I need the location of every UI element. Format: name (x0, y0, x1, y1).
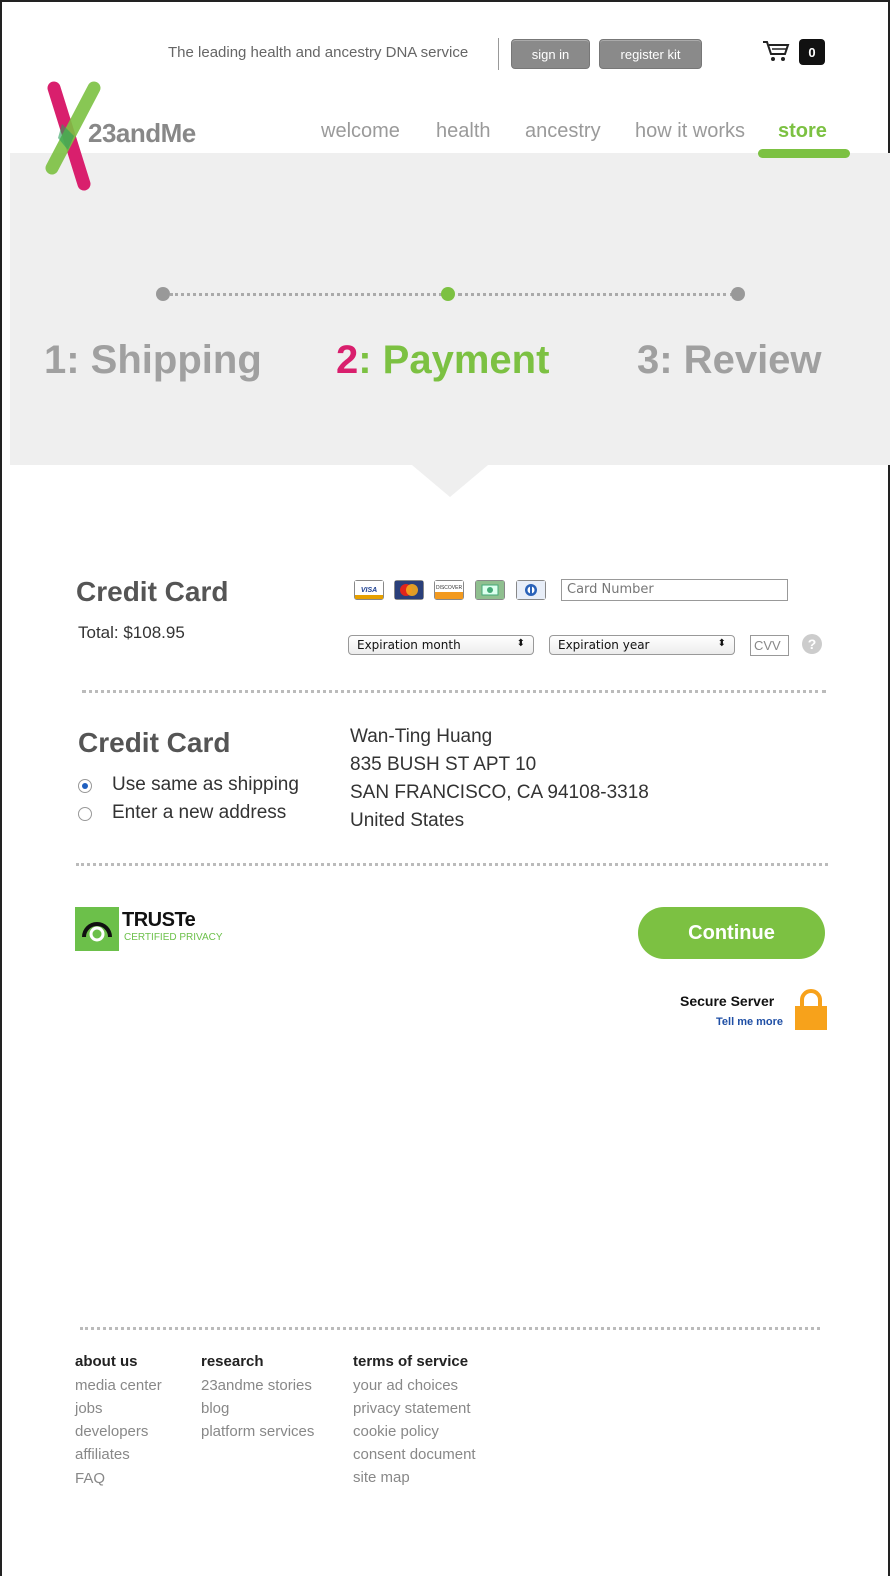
truste-tagline: CERTIFIED PRIVACY (124, 932, 223, 943)
step-label: : Payment (358, 338, 550, 382)
footer-link-affiliates[interactable]: affiliates (75, 1446, 130, 1463)
footer-link-ad-choices[interactable]: your ad choices (353, 1377, 458, 1394)
diners-icon (516, 580, 546, 600)
footer-link-platform-services[interactable]: platform services (201, 1423, 314, 1440)
lock-icon (795, 988, 827, 1035)
new-address-label[interactable]: Enter a new address (112, 802, 286, 824)
secure-server-label: Secure Server (680, 993, 775, 1009)
footer-link-jobs[interactable]: jobs (75, 1400, 103, 1417)
footer-link-blog[interactable]: blog (201, 1400, 229, 1417)
band-pointer (412, 465, 488, 497)
footer-research[interactable]: research (201, 1353, 264, 1370)
section-divider (82, 690, 826, 693)
discover-icon: DISCOVER (434, 580, 464, 600)
step-connector (458, 293, 734, 296)
step-dot-payment (441, 287, 455, 301)
progress-band (10, 153, 890, 465)
footer-link-media-center[interactable]: media center (75, 1377, 162, 1394)
step-payment: 2: Payment (336, 338, 549, 383)
mastercard-icon (394, 580, 424, 600)
nav-store[interactable]: store (778, 120, 827, 143)
continue-button[interactable]: Continue (638, 907, 825, 959)
cart-icon[interactable] (762, 40, 790, 67)
nav-how-it-works[interactable]: how it works (635, 120, 745, 143)
step-dot-shipping (156, 287, 170, 301)
billing-title: Credit Card (78, 727, 231, 758)
footer-divider (80, 1327, 820, 1330)
step-connector (170, 293, 442, 296)
address-street: 835 BUSH ST APT 10 (350, 754, 537, 775)
card-number-input[interactable]: Card Number (561, 579, 788, 601)
address-country: United States (350, 810, 465, 831)
step-label: : Shipping (66, 338, 262, 382)
footer-link-site-map[interactable]: site map (353, 1469, 410, 1486)
footer-terms-of-service[interactable]: terms of service (353, 1353, 468, 1370)
tagline: The leading health and ancestry DNA serv… (168, 44, 469, 61)
new-address-radio[interactable] (78, 807, 92, 821)
header-divider (498, 38, 499, 70)
footer-link-23andme-stories[interactable]: 23andme stories (201, 1377, 312, 1394)
footer-link-faq[interactable]: FAQ (75, 1470, 105, 1487)
address-name: Wan-Ting Huang (350, 726, 493, 747)
footer-link-consent-document[interactable]: consent document (353, 1446, 476, 1463)
footer-link-cookie-policy[interactable]: cookie policy (353, 1423, 439, 1440)
truste-name: TRUSTe (122, 909, 196, 931)
footer-link-privacy-statement[interactable]: privacy statement (353, 1400, 471, 1417)
cvv-help-icon[interactable]: ? (802, 634, 822, 654)
section-divider (76, 863, 828, 866)
visa-icon: VISA (354, 580, 384, 600)
tell-me-more-link[interactable]: Tell me more (716, 1016, 783, 1028)
sign-in-button[interactable]: sign in (511, 39, 590, 69)
expiration-month-value: Expiration month (357, 638, 461, 652)
address-city: SAN FRANCISCO, CA 94108-3318 (350, 782, 649, 803)
select-arrows-icon: ⬍ (717, 638, 726, 649)
step-label: : Review (659, 338, 822, 382)
select-arrows-icon: ⬍ (516, 638, 525, 649)
svg-text:DISCOVER: DISCOVER (436, 585, 463, 591)
nav-health[interactable]: health (436, 120, 491, 143)
payment-title: Credit Card (76, 576, 229, 607)
step-shipping[interactable]: 1: Shipping (44, 338, 262, 383)
step-number: 2 (336, 338, 359, 382)
cart-count-badge[interactable]: 0 (799, 39, 825, 65)
step-dot-review (731, 287, 745, 301)
amex-icon (475, 580, 505, 600)
footer-link-developers[interactable]: developers (75, 1423, 148, 1440)
brand-name[interactable]: 23andMe (88, 118, 196, 149)
step-review: 3: Review (637, 338, 822, 383)
nav-ancestry[interactable]: ancestry (525, 120, 601, 143)
same-as-shipping-radio[interactable] (78, 779, 92, 793)
nav-active-indicator (758, 149, 850, 158)
expiration-year-value: Expiration year (558, 638, 650, 652)
order-total: Total: $108.95 (78, 623, 185, 642)
step-number: 1 (44, 338, 67, 382)
expiration-year-select[interactable]: Expiration year ⬍ (549, 635, 735, 655)
expiration-month-select[interactable]: Expiration month ⬍ (348, 635, 534, 655)
cvv-input[interactable]: CVV (750, 635, 789, 656)
step-number: 3 (637, 338, 660, 382)
register-kit-button[interactable]: register kit (599, 39, 702, 69)
nav-welcome[interactable]: welcome (321, 120, 400, 143)
svg-text:VISA: VISA (361, 587, 377, 594)
footer-about-us[interactable]: about us (75, 1353, 138, 1370)
same-as-shipping-label[interactable]: Use same as shipping (112, 774, 299, 796)
